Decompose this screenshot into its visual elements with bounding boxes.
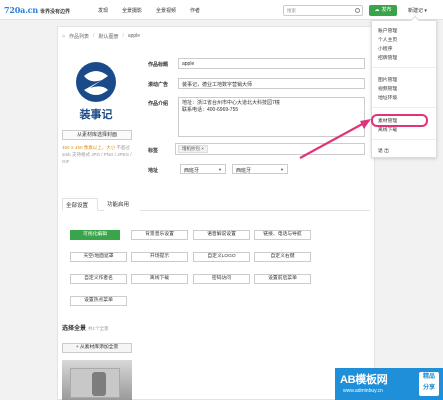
cover-logo-graphic: 装事记 (76, 62, 116, 121)
tag-text: 增机抄包 (182, 146, 200, 151)
badge-top-text: 精品 (422, 374, 435, 380)
settings-tabs: 全部设置 功能启用 (62, 198, 370, 211)
panorama-thumbnail[interactable] (62, 360, 132, 400)
breadcrumb-album[interactable]: 默认图册 (98, 33, 118, 40)
search-input[interactable]: 搜索 (283, 5, 363, 16)
menu-item-videos[interactable]: 视频管理 (378, 85, 397, 92)
svg-text:装事记: 装事记 (79, 107, 113, 121)
watermark-banner: AB模板网 www.adminbuy.cn 精品 分享 (335, 368, 443, 400)
offline-download-button[interactable]: 离线下载 (131, 274, 188, 284)
menu-item-offline-download[interactable]: 离线下载 (378, 126, 397, 133)
title-label: 作品标题 (148, 62, 169, 68)
nav-discover[interactable]: 发现 (98, 7, 108, 14)
menu-divider (372, 67, 436, 68)
custom-author-button[interactable]: 自定义作者名 (70, 274, 127, 284)
menu-item-location[interactable]: 地址环境 (378, 94, 397, 101)
upload-size-note: 450 X 450 像素以上，大小 (62, 145, 116, 150)
custom-right-click-button[interactable]: 自定义右键 (254, 252, 311, 262)
panorama-count: 共1个全景 (88, 326, 109, 331)
region-value: 西班牙 (236, 168, 252, 174)
main-nav: 发现 全景摄影 全景视频 作者 (98, 7, 200, 14)
breadcrumb-separator: / (93, 33, 95, 39)
logo-tagline: 世界没有边界 (39, 9, 70, 15)
title-input[interactable]: apple (178, 58, 365, 69)
password-access-button[interactable]: 密码访问 (193, 274, 250, 284)
intro-line: 联系电话：400-6969-755 (182, 107, 239, 113)
menu-item-brand[interactable]: 招牌管理 (378, 54, 397, 61)
menu-item-account[interactable]: 账户管理 (378, 27, 397, 34)
visual-edit-button[interactable]: 可视化编辑 (70, 230, 120, 240)
search-icon[interactable] (355, 8, 360, 13)
region-select[interactable]: 西班牙 ▼ (232, 164, 288, 174)
intro-textarea[interactable]: 地址：浙江省台州市中心大道北大科技园7幢 联系电话：400-6969-755 (178, 97, 365, 137)
sky-ground-mask-button[interactable]: 天空/地面遮罩 (70, 252, 127, 262)
nav-panorama-video[interactable]: 全景视频 (156, 7, 176, 14)
ad-input[interactable]: 装事记，德业工地数字营销大师 (178, 78, 365, 89)
chevron-down-icon: ▼ (218, 167, 222, 172)
upload-cloud-icon: ☁ (374, 7, 380, 13)
user-menu-toggle[interactable]: 新建记 ▾ (408, 7, 427, 14)
breadcrumb-works[interactable]: 作品列表 (69, 33, 89, 40)
highlight-ring (371, 114, 428, 127)
watermark-url: www.adminbuy.cn (343, 388, 383, 394)
intro-line: 地址：浙江省台州市中心大道北大科技园7幢 (182, 100, 280, 106)
nav-panorama-photo[interactable]: 全景摄影 (122, 7, 142, 14)
front-back-menu-button[interactable]: 设置前后菜单 (254, 274, 311, 284)
panorama-section-title: 选择全景 共1个全景 (62, 323, 109, 332)
thumbnail-object (92, 372, 106, 396)
custom-logo-button[interactable]: 自定义LOGO (193, 252, 250, 262)
menu-divider (372, 139, 436, 140)
intro-label: 作品介绍 (148, 101, 169, 107)
user-dropdown-menu: 账户管理 个人主页 小程序 招牌管理 图片管理 视频管理 地址环境 素材管理 离… (371, 15, 437, 158)
add-panorama-button[interactable]: + 从素材库添加全景 (62, 343, 132, 353)
menu-item-logout[interactable]: 退 出 (378, 147, 389, 154)
plus-icon: + (75, 345, 79, 350)
opening-tip-button[interactable]: 开场提示 (131, 252, 188, 262)
search-placeholder: 搜索 (287, 8, 296, 13)
tab-features[interactable]: 功能启用 (104, 198, 140, 211)
upload-note: 450 X 450 像素以上，大小 不超过 2mb 支持格式 JPG / PNG… (62, 144, 134, 165)
breadcrumb-separator: / (122, 33, 124, 39)
link-phone-nav-button[interactable]: 链接、电话与导航 (254, 230, 311, 240)
add-panorama-label: 从素材库添加全景 (79, 345, 119, 350)
tab-all-settings[interactable]: 全部设置 (62, 198, 98, 211)
user-name: 新建记 (408, 8, 424, 14)
breadcrumb-current: apple (127, 33, 141, 39)
menu-divider (372, 107, 436, 108)
menu-item-images[interactable]: 图片管理 (378, 76, 397, 83)
nav-authors[interactable]: 作者 (190, 7, 200, 14)
badge-bottom-text: 分享 (422, 385, 435, 391)
ad-label: 滚动广告 (148, 82, 169, 88)
watermark-title: AB模板网 (340, 374, 388, 386)
panorama-title: 选择全景 (62, 326, 87, 332)
tags-label: 标签 (148, 148, 159, 154)
tag-chip[interactable]: 增机抄包 × (178, 145, 208, 153)
watermark-badge: 精品 分享 (419, 372, 439, 396)
menu-item-miniprogram[interactable]: 小程序 (378, 45, 392, 52)
top-bar: 720a.cn 世界没有边界 发现 全景摄影 全景视频 作者 搜索 ☁ 发布 新建记… (0, 0, 443, 20)
site-logo[interactable]: 720a.cn 世界没有边界 (4, 5, 70, 15)
bgm-settings-button[interactable]: 背景音乐设置 (131, 230, 188, 240)
voice-settings-button[interactable]: 语音解说设置 (193, 230, 250, 240)
home-icon[interactable]: ⌂ (62, 33, 65, 40)
address-label: 地址 (148, 168, 159, 174)
publish-button[interactable]: ☁ 发布 (369, 5, 397, 16)
logo-text: 720a.cn (4, 5, 38, 15)
country-select[interactable]: 西班牙 ▼ (180, 164, 226, 174)
cover-image[interactable]: 装事记 (62, 54, 130, 126)
menu-item-profile[interactable]: 个人主页 (378, 36, 397, 43)
close-icon[interactable]: × (201, 146, 204, 151)
publish-label: 发布 (381, 7, 392, 13)
chevron-down-icon: ▼ (280, 167, 284, 172)
choose-cover-button[interactable]: 从素材库选择封面 (62, 130, 132, 140)
hotspot-menu-button[interactable]: 设置热点菜单 (70, 296, 127, 306)
country-value: 西班牙 (184, 168, 200, 174)
breadcrumb: ⌂ 作品列表 / 默认图册 / apple (62, 33, 140, 40)
chevron-down-icon: ▾ (424, 8, 427, 14)
